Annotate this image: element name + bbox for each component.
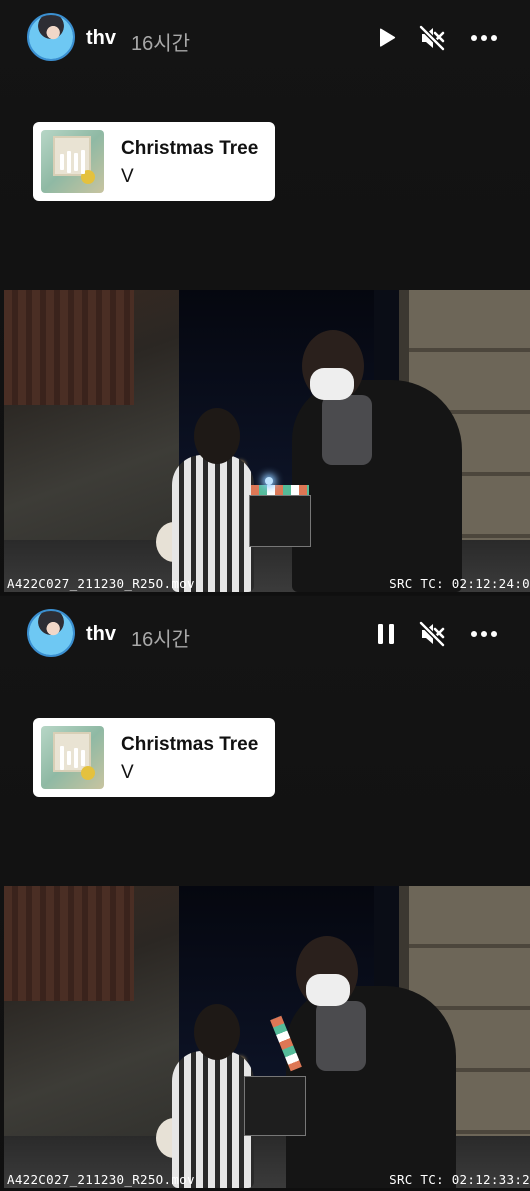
timecode: SRC TC: 02:12:33:2 (389, 1172, 530, 1187)
story-frame-2[interactable]: thv 16시간 Christmas Tree V A422C027_21123… (0, 596, 530, 1191)
song-artist: V (121, 166, 134, 187)
time-ago: 16시간 (131, 33, 191, 55)
music-sticker[interactable]: Christmas Tree V (33, 122, 275, 201)
clip-name: A422C027_211230_R25O.mov (7, 1172, 195, 1187)
more-horizontal-icon (471, 35, 497, 41)
video-content[interactable]: A422C027_211230_R25O.mov SRC TC: 02:12:2… (4, 290, 530, 592)
album-art (41, 130, 104, 193)
username[interactable]: thv (86, 623, 116, 646)
mute-button[interactable] (418, 620, 446, 648)
more-options-button[interactable] (470, 24, 498, 52)
speaker-muted-icon (419, 25, 445, 51)
music-equalizer-icon (41, 726, 104, 789)
mute-button[interactable] (418, 24, 446, 52)
clapperboard (249, 495, 311, 547)
song-title: Christmas Tree (121, 138, 259, 159)
more-horizontal-icon (471, 631, 497, 637)
music-sticker[interactable]: Christmas Tree V (33, 718, 275, 797)
song-title: Christmas Tree (121, 734, 259, 755)
play-icon (380, 28, 396, 47)
speaker-muted-icon (419, 621, 445, 647)
video-content[interactable]: A422C027_211230_R25O.mov SRC TC: 02:12:3… (4, 886, 530, 1188)
music-equalizer-icon (41, 130, 104, 193)
pause-icon (378, 624, 394, 644)
story-header: thv 16시간 (0, 596, 530, 672)
clapperboard (244, 1076, 306, 1136)
play-button[interactable] (372, 24, 400, 52)
username[interactable]: thv (86, 27, 116, 50)
story-header: thv 16시간 (0, 0, 530, 76)
avatar[interactable] (27, 13, 75, 61)
song-artist: V (121, 762, 134, 783)
pause-button[interactable] (372, 620, 400, 648)
time-ago: 16시간 (131, 629, 191, 651)
timecode: SRC TC: 02:12:24:0 (389, 576, 530, 591)
story-frame-1[interactable]: thv 16시간 Christmas Tree V A422C027_21123… (0, 0, 530, 595)
more-options-button[interactable] (470, 620, 498, 648)
album-art (41, 726, 104, 789)
avatar[interactable] (27, 609, 75, 657)
clip-name: A422C027_211230_R25O.mov (7, 576, 195, 591)
